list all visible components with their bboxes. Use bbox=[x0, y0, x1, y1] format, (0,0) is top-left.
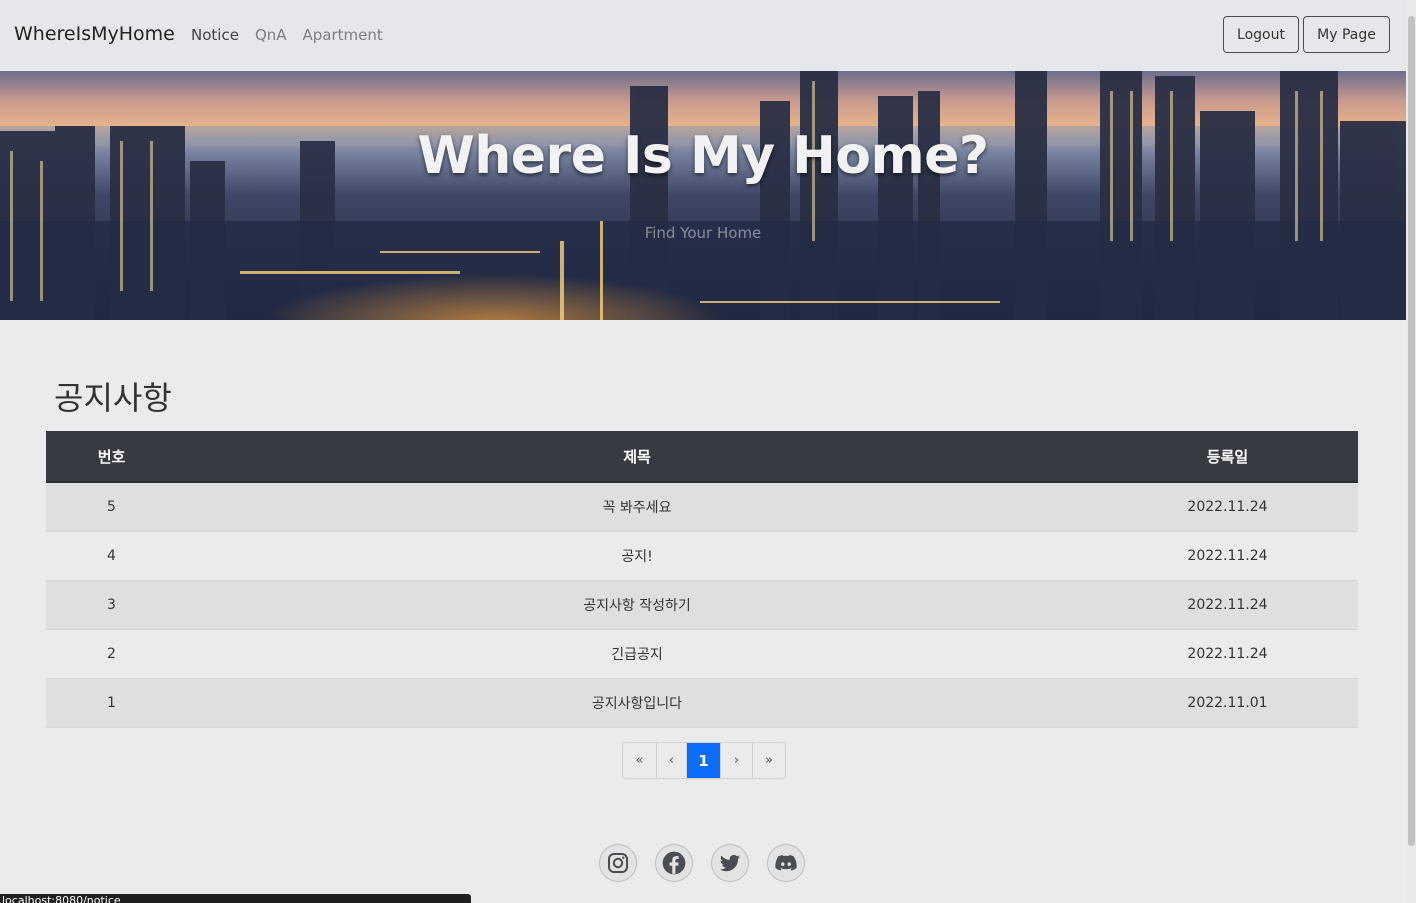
page-title: 공지사항 bbox=[54, 379, 172, 417]
brand-logo[interactable]: WhereIsMyHome bbox=[14, 23, 175, 45]
row-date: 2022.11.24 bbox=[1097, 580, 1358, 630]
prev-page-button[interactable]: ‹ bbox=[657, 743, 687, 778]
row-date: 2022.11.01 bbox=[1097, 678, 1358, 728]
row-number: 5 bbox=[46, 482, 177, 532]
hero-subtitle: Find Your Home bbox=[644, 224, 762, 242]
row-date: 2022.11.24 bbox=[1097, 629, 1358, 679]
row-date: 2022.11.24 bbox=[1097, 531, 1358, 581]
column-header-date: 등록일 bbox=[1097, 431, 1358, 483]
twitter-glyph bbox=[720, 854, 740, 872]
row-title[interactable]: 공지사항 작성하기 bbox=[177, 580, 1097, 630]
facebook-icon[interactable] bbox=[655, 844, 693, 882]
page-1-button[interactable]: 1 bbox=[687, 743, 721, 778]
table-row[interactable]: 5 꼭 봐주세요 2022.11.24 bbox=[46, 482, 1358, 532]
row-title[interactable]: 꼭 봐주세요 bbox=[177, 482, 1097, 532]
next-page-button[interactable]: › bbox=[721, 743, 753, 778]
column-header-title: 제목 bbox=[177, 431, 1097, 483]
table-row[interactable]: 3 공지사항 작성하기 2022.11.24 bbox=[46, 580, 1358, 630]
table-row[interactable]: 4 공지! 2022.11.24 bbox=[46, 531, 1358, 581]
instagram-glyph bbox=[608, 853, 628, 873]
last-page-button[interactable]: » bbox=[753, 743, 785, 778]
my-page-button[interactable]: My Page bbox=[1303, 16, 1390, 53]
city-skyline-image bbox=[0, 71, 1406, 320]
table-row[interactable]: 1 공지사항입니다 2022.11.01 bbox=[46, 678, 1358, 728]
logout-button[interactable]: Logout bbox=[1223, 16, 1299, 53]
row-title[interactable]: 공지! bbox=[177, 531, 1097, 581]
hero-title: Where Is My Home? bbox=[417, 126, 989, 186]
row-number: 2 bbox=[46, 629, 177, 679]
facebook-glyph bbox=[662, 851, 686, 875]
nav-links: Notice QnA Apartment bbox=[191, 26, 383, 44]
table-row[interactable]: 2 긴급공지 2022.11.24 bbox=[46, 629, 1358, 679]
row-number: 3 bbox=[46, 580, 177, 630]
top-navbar: WhereIsMyHome Notice QnA Apartment Logou… bbox=[0, 0, 1406, 71]
row-title[interactable]: 긴급공지 bbox=[177, 629, 1097, 679]
first-page-button[interactable]: « bbox=[623, 743, 657, 778]
row-number: 1 bbox=[46, 678, 177, 728]
row-date: 2022.11.24 bbox=[1097, 482, 1358, 532]
notice-table: 번호 제목 등록일 5 꼭 봐주세요 2022.11.24 4 공지! 2022… bbox=[46, 431, 1358, 728]
discord-icon[interactable] bbox=[767, 844, 805, 882]
pagination: « ‹ 1 › » bbox=[622, 742, 786, 779]
nav-link-apartment[interactable]: Apartment bbox=[303, 26, 383, 44]
discord-glyph bbox=[775, 855, 797, 871]
table-header-row: 번호 제목 등록일 bbox=[46, 431, 1358, 483]
row-title[interactable]: 공지사항입니다 bbox=[177, 678, 1097, 728]
instagram-icon[interactable] bbox=[599, 844, 637, 882]
browser-status-url: localhost:8080/notice bbox=[0, 894, 471, 903]
hero-banner: Where Is My Home? Find Your Home bbox=[0, 71, 1406, 320]
nav-link-qna[interactable]: QnA bbox=[255, 26, 287, 44]
nav-link-notice[interactable]: Notice bbox=[191, 26, 239, 44]
row-number: 4 bbox=[46, 531, 177, 581]
column-header-number: 번호 bbox=[46, 431, 177, 483]
twitter-icon[interactable] bbox=[711, 844, 749, 882]
scrollbar-thumb[interactable] bbox=[1408, 16, 1415, 846]
